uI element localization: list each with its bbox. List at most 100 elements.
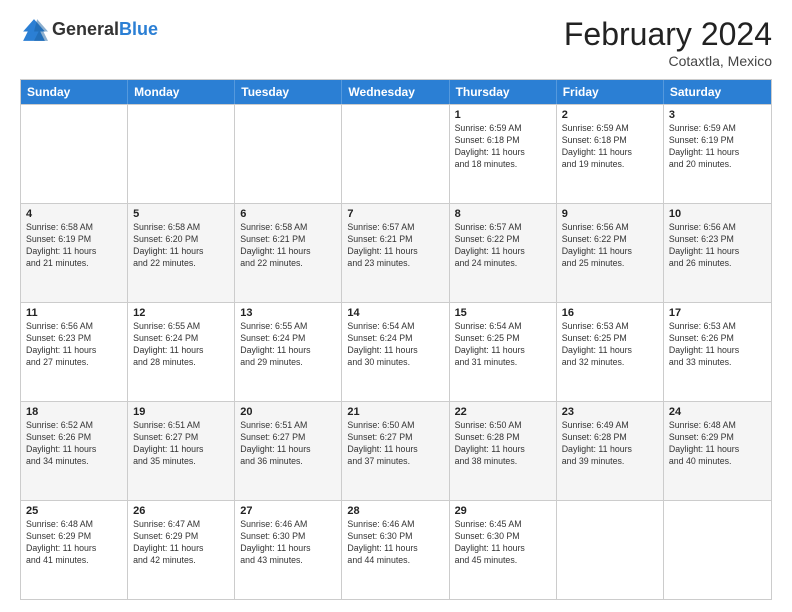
calendar: Sunday Monday Tuesday Wednesday Thursday… bbox=[20, 79, 772, 600]
month-title: February 2024 bbox=[564, 16, 772, 53]
location: Cotaxtla, Mexico bbox=[564, 53, 772, 69]
cal-cell-r3-c3: 21 Sunrise: 6:50 AM Sunset: 6:27 PM Dayli… bbox=[342, 402, 449, 500]
day-info-r2-c5: Sunrise: 6:53 AM Sunset: 6:25 PM Dayligh… bbox=[562, 321, 658, 369]
calendar-body: 1 Sunrise: 6:59 AM Sunset: 6:18 PM Daylig… bbox=[21, 104, 771, 599]
day-info-r4-c4: Sunrise: 6:45 AM Sunset: 6:30 PM Dayligh… bbox=[455, 519, 551, 567]
cal-cell-r4-c2: 27 Sunrise: 6:46 AM Sunset: 6:30 PM Dayli… bbox=[235, 501, 342, 599]
logo-text: GeneralBlue bbox=[52, 20, 158, 40]
cal-row-2: 11 Sunrise: 6:56 AM Sunset: 6:23 PM Dayli… bbox=[21, 302, 771, 401]
cal-cell-r4-c4: 29Sunrise: 6:45 AM Sunset: 6:30 PM Dayli… bbox=[450, 501, 557, 599]
logo-general: General bbox=[52, 19, 119, 39]
cal-cell-r2-c2: 13 Sunrise: 6:55 AM Sunset: 6:24 PM Dayli… bbox=[235, 303, 342, 401]
day-number-r0-c5: 2 bbox=[562, 109, 658, 121]
cal-cell-r4-c1: 26Sunrise: 6:47 AM Sunset: 6:29 PM Dayli… bbox=[128, 501, 235, 599]
logo-icon bbox=[20, 16, 48, 44]
cal-cell-r2-c0: 11 Sunrise: 6:56 AM Sunset: 6:23 PM Dayli… bbox=[21, 303, 128, 401]
day-number-r4-c3: 28 bbox=[347, 505, 443, 517]
cal-cell-r4-c3: 28 Sunrise: 6:46 AM Sunset: 6:30 PM Dayli… bbox=[342, 501, 449, 599]
cal-cell-r3-c5: 23 Sunrise: 6:49 AM Sunset: 6:28 PM Dayli… bbox=[557, 402, 664, 500]
day-info-r4-c2: Sunrise: 6:46 AM Sunset: 6:30 PM Dayligh… bbox=[240, 519, 336, 567]
cal-cell-r1-c4: 8 Sunrise: 6:57 AM Sunset: 6:22 PM Daylig… bbox=[450, 204, 557, 302]
day-number-r1-c0: 4 bbox=[26, 208, 122, 220]
cal-cell-r3-c0: 18 Sunrise: 6:52 AM Sunset: 6:26 PM Dayli… bbox=[21, 402, 128, 500]
cal-cell-r3-c6: 24 Sunrise: 6:48 AM Sunset: 6:29 PM Dayli… bbox=[664, 402, 771, 500]
day-info-r4-c3: Sunrise: 6:46 AM Sunset: 6:30 PM Dayligh… bbox=[347, 519, 443, 567]
day-info-r0-c6: Sunrise: 6:59 AM Sunset: 6:19 PM Dayligh… bbox=[669, 123, 766, 171]
day-number-r3-c5: 23 bbox=[562, 406, 658, 418]
day-info-r0-c4: Sunrise: 6:59 AM Sunset: 6:18 PM Dayligh… bbox=[455, 123, 551, 171]
day-number-r3-c4: 22 bbox=[455, 406, 551, 418]
day-number-r2-c0: 11 bbox=[26, 307, 122, 319]
day-info-r1-c5: Sunrise: 6:56 AM Sunset: 6:22 PM Dayligh… bbox=[562, 222, 658, 270]
day-number-r3-c0: 18 bbox=[26, 406, 122, 418]
cal-cell-r1-c3: 7 Sunrise: 6:57 AM Sunset: 6:21 PM Daylig… bbox=[342, 204, 449, 302]
day-info-r4-c1: Sunrise: 6:47 AM Sunset: 6:29 PM Dayligh… bbox=[133, 519, 229, 567]
cal-cell-r1-c6: 10 Sunrise: 6:56 AM Sunset: 6:23 PM Dayli… bbox=[664, 204, 771, 302]
cal-cell-r4-c6 bbox=[664, 501, 771, 599]
cal-row-1: 4 Sunrise: 6:58 AM Sunset: 6:19 PM Daylig… bbox=[21, 203, 771, 302]
day-number-r2-c6: 17 bbox=[669, 307, 766, 319]
cal-cell-r0-c1 bbox=[128, 105, 235, 203]
calendar-header: Sunday Monday Tuesday Wednesday Thursday… bbox=[21, 80, 771, 104]
day-number-r2-c5: 16 bbox=[562, 307, 658, 319]
cal-cell-r0-c2 bbox=[235, 105, 342, 203]
day-number-r0-c6: 3 bbox=[669, 109, 766, 121]
day-info-r3-c0: Sunrise: 6:52 AM Sunset: 6:26 PM Dayligh… bbox=[26, 420, 122, 468]
day-info-r2-c4: Sunrise: 6:54 AM Sunset: 6:25 PM Dayligh… bbox=[455, 321, 551, 369]
cal-cell-r0-c3 bbox=[342, 105, 449, 203]
header-tuesday: Tuesday bbox=[235, 80, 342, 104]
day-number-r4-c2: 27 bbox=[240, 505, 336, 517]
cal-row-4: 25Sunrise: 6:48 AM Sunset: 6:29 PM Dayli… bbox=[21, 500, 771, 599]
cal-cell-r1-c5: 9 Sunrise: 6:56 AM Sunset: 6:22 PM Daylig… bbox=[557, 204, 664, 302]
day-info-r3-c6: Sunrise: 6:48 AM Sunset: 6:29 PM Dayligh… bbox=[669, 420, 766, 468]
day-info-r1-c2: Sunrise: 6:58 AM Sunset: 6:21 PM Dayligh… bbox=[240, 222, 336, 270]
cal-cell-r1-c0: 4 Sunrise: 6:58 AM Sunset: 6:19 PM Daylig… bbox=[21, 204, 128, 302]
cal-row-3: 18 Sunrise: 6:52 AM Sunset: 6:26 PM Dayli… bbox=[21, 401, 771, 500]
cal-cell-r0-c4: 1 Sunrise: 6:59 AM Sunset: 6:18 PM Daylig… bbox=[450, 105, 557, 203]
day-info-r1-c3: Sunrise: 6:57 AM Sunset: 6:21 PM Dayligh… bbox=[347, 222, 443, 270]
day-number-r1-c5: 9 bbox=[562, 208, 658, 220]
day-info-r3-c4: Sunrise: 6:50 AM Sunset: 6:28 PM Dayligh… bbox=[455, 420, 551, 468]
header-wednesday: Wednesday bbox=[342, 80, 449, 104]
day-info-r1-c4: Sunrise: 6:57 AM Sunset: 6:22 PM Dayligh… bbox=[455, 222, 551, 270]
day-info-r3-c3: Sunrise: 6:50 AM Sunset: 6:27 PM Dayligh… bbox=[347, 420, 443, 468]
day-info-r3-c2: Sunrise: 6:51 AM Sunset: 6:27 PM Dayligh… bbox=[240, 420, 336, 468]
day-info-r4-c0: Sunrise: 6:48 AM Sunset: 6:29 PM Dayligh… bbox=[26, 519, 122, 567]
day-info-r0-c5: Sunrise: 6:59 AM Sunset: 6:18 PM Dayligh… bbox=[562, 123, 658, 171]
cal-cell-r2-c4: 15 Sunrise: 6:54 AM Sunset: 6:25 PM Dayli… bbox=[450, 303, 557, 401]
day-number-r2-c4: 15 bbox=[455, 307, 551, 319]
day-info-r1-c0: Sunrise: 6:58 AM Sunset: 6:19 PM Dayligh… bbox=[26, 222, 122, 270]
cal-cell-r2-c5: 16 Sunrise: 6:53 AM Sunset: 6:25 PM Dayli… bbox=[557, 303, 664, 401]
cal-cell-r1-c2: 6Sunrise: 6:58 AM Sunset: 6:21 PM Daylig… bbox=[235, 204, 342, 302]
day-info-r2-c1: Sunrise: 6:55 AM Sunset: 6:24 PM Dayligh… bbox=[133, 321, 229, 369]
day-number-r2-c1: 12 bbox=[133, 307, 229, 319]
cal-cell-r3-c2: 20 Sunrise: 6:51 AM Sunset: 6:27 PM Dayli… bbox=[235, 402, 342, 500]
day-number-r0-c4: 1 bbox=[455, 109, 551, 121]
day-number-r1-c4: 8 bbox=[455, 208, 551, 220]
cal-cell-r1-c1: 5Sunrise: 6:58 AM Sunset: 6:20 PM Daylig… bbox=[128, 204, 235, 302]
day-info-r3-c5: Sunrise: 6:49 AM Sunset: 6:28 PM Dayligh… bbox=[562, 420, 658, 468]
title-block: February 2024 Cotaxtla, Mexico bbox=[564, 16, 772, 69]
day-info-r2-c2: Sunrise: 6:55 AM Sunset: 6:24 PM Dayligh… bbox=[240, 321, 336, 369]
day-number-r3-c1: 19 bbox=[133, 406, 229, 418]
day-number-r1-c1: 5 bbox=[133, 208, 229, 220]
day-number-r2-c2: 13 bbox=[240, 307, 336, 319]
day-number-r3-c6: 24 bbox=[669, 406, 766, 418]
day-number-r1-c6: 10 bbox=[669, 208, 766, 220]
day-number-r3-c3: 21 bbox=[347, 406, 443, 418]
cal-cell-r3-c1: 19Sunrise: 6:51 AM Sunset: 6:27 PM Dayli… bbox=[128, 402, 235, 500]
page: GeneralBlue February 2024 Cotaxtla, Mexi… bbox=[0, 0, 792, 612]
header-monday: Monday bbox=[128, 80, 235, 104]
logo-blue: Blue bbox=[119, 19, 158, 39]
header: GeneralBlue February 2024 Cotaxtla, Mexi… bbox=[20, 16, 772, 69]
day-info-r1-c6: Sunrise: 6:56 AM Sunset: 6:23 PM Dayligh… bbox=[669, 222, 766, 270]
day-number-r3-c2: 20 bbox=[240, 406, 336, 418]
day-info-r2-c0: Sunrise: 6:56 AM Sunset: 6:23 PM Dayligh… bbox=[26, 321, 122, 369]
cal-cell-r4-c5 bbox=[557, 501, 664, 599]
day-number-r2-c3: 14 bbox=[347, 307, 443, 319]
cal-row-0: 1 Sunrise: 6:59 AM Sunset: 6:18 PM Daylig… bbox=[21, 104, 771, 203]
header-sunday: Sunday bbox=[21, 80, 128, 104]
logo: GeneralBlue bbox=[20, 16, 158, 44]
cal-cell-r0-c0 bbox=[21, 105, 128, 203]
day-number-r1-c3: 7 bbox=[347, 208, 443, 220]
